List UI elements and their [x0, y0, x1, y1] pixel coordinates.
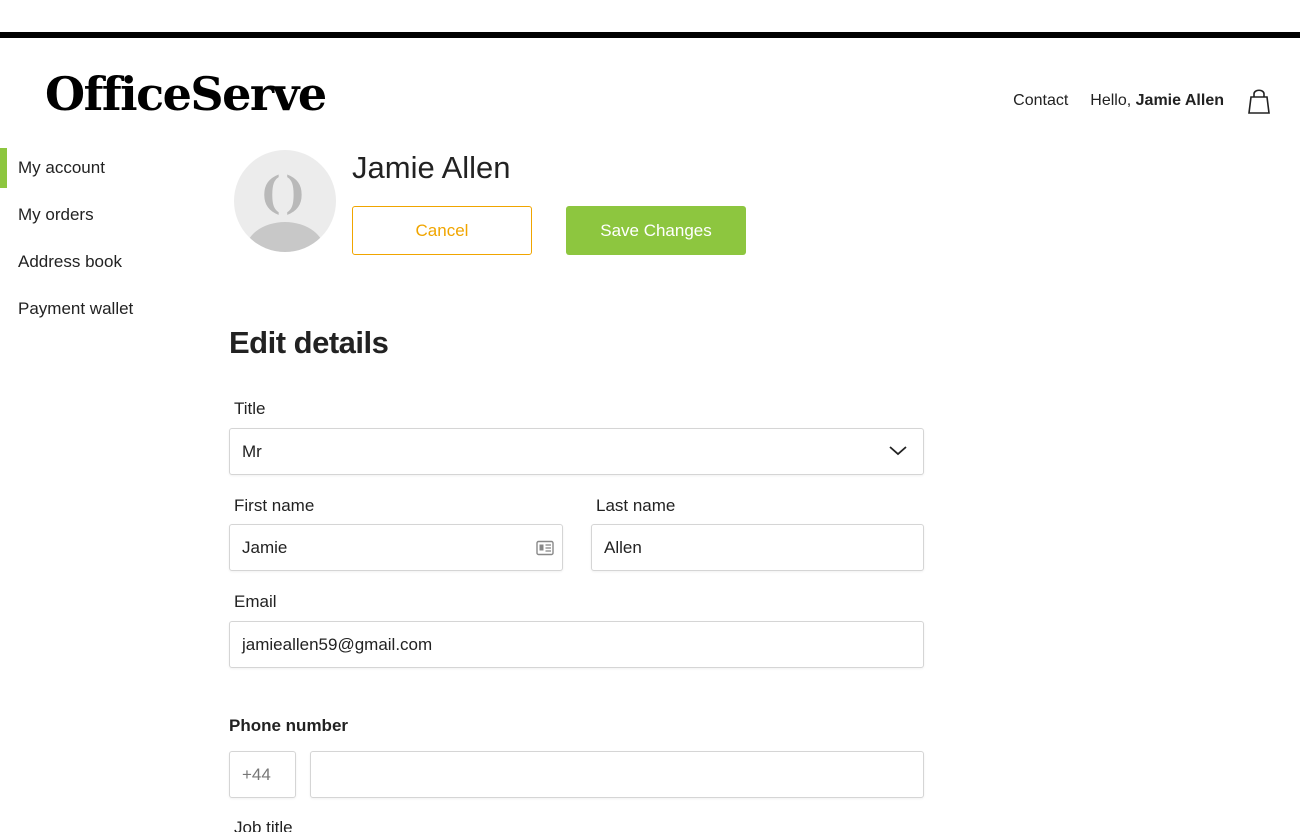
sidebar-item-payment-wallet[interactable]: Payment wallet	[0, 289, 200, 329]
last-name-label: Last name	[596, 496, 676, 515]
shopping-bag-icon[interactable]	[1246, 86, 1272, 116]
last-name-value: Allen	[604, 537, 642, 557]
chevron-down-icon	[889, 446, 907, 456]
first-name-value: Jamie	[242, 537, 288, 557]
avatar-body-shape	[245, 222, 325, 252]
sidebar-item-my-orders[interactable]: My orders	[0, 195, 200, 235]
sidebar-item-my-account[interactable]: My account	[0, 148, 200, 188]
phone-prefix-field[interactable]: +44	[229, 751, 296, 798]
greeting-text: Hello,	[1090, 92, 1132, 109]
user-name: Jamie Allen	[1135, 92, 1224, 109]
section-title: Edit details	[229, 325, 389, 360]
email-field[interactable]: jamieallen59@gmail.com	[229, 621, 924, 668]
email-value: jamieallen59@gmail.com	[242, 634, 433, 654]
first-name-label: First name	[234, 496, 315, 515]
email-label: Email	[234, 592, 277, 611]
account-sidebar: My account My orders Address book Paymen…	[0, 148, 200, 336]
contact-card-icon[interactable]	[536, 540, 554, 556]
title-select[interactable]: Mr	[229, 428, 924, 475]
user-greeting[interactable]: Hello, Jamie Allen	[1090, 92, 1224, 110]
job-title-label: Job title	[234, 818, 293, 832]
phone-prefix-value: +44	[242, 764, 271, 784]
cancel-button[interactable]: Cancel	[352, 206, 532, 255]
save-changes-button[interactable]: Save Changes	[566, 206, 746, 255]
top-border	[0, 32, 1300, 38]
first-name-field[interactable]: Jamie	[229, 524, 563, 571]
sidebar-item-address-book[interactable]: Address book	[0, 242, 200, 282]
last-name-field[interactable]: Allen	[591, 524, 924, 571]
phone-section-title: Phone number	[229, 716, 349, 735]
avatar[interactable]: ()	[234, 150, 336, 252]
title-select-value: Mr	[242, 441, 262, 461]
phone-number-field[interactable]	[310, 751, 924, 798]
header-nav: Contact Hello, Jamie Allen	[1013, 86, 1272, 116]
profile-name: Jamie Allen	[352, 150, 511, 185]
logo[interactable]: OfficeServe	[45, 66, 327, 122]
avatar-placeholder-icon: ()	[260, 168, 310, 219]
title-label: Title	[234, 399, 266, 418]
contact-link[interactable]: Contact	[1013, 92, 1068, 110]
